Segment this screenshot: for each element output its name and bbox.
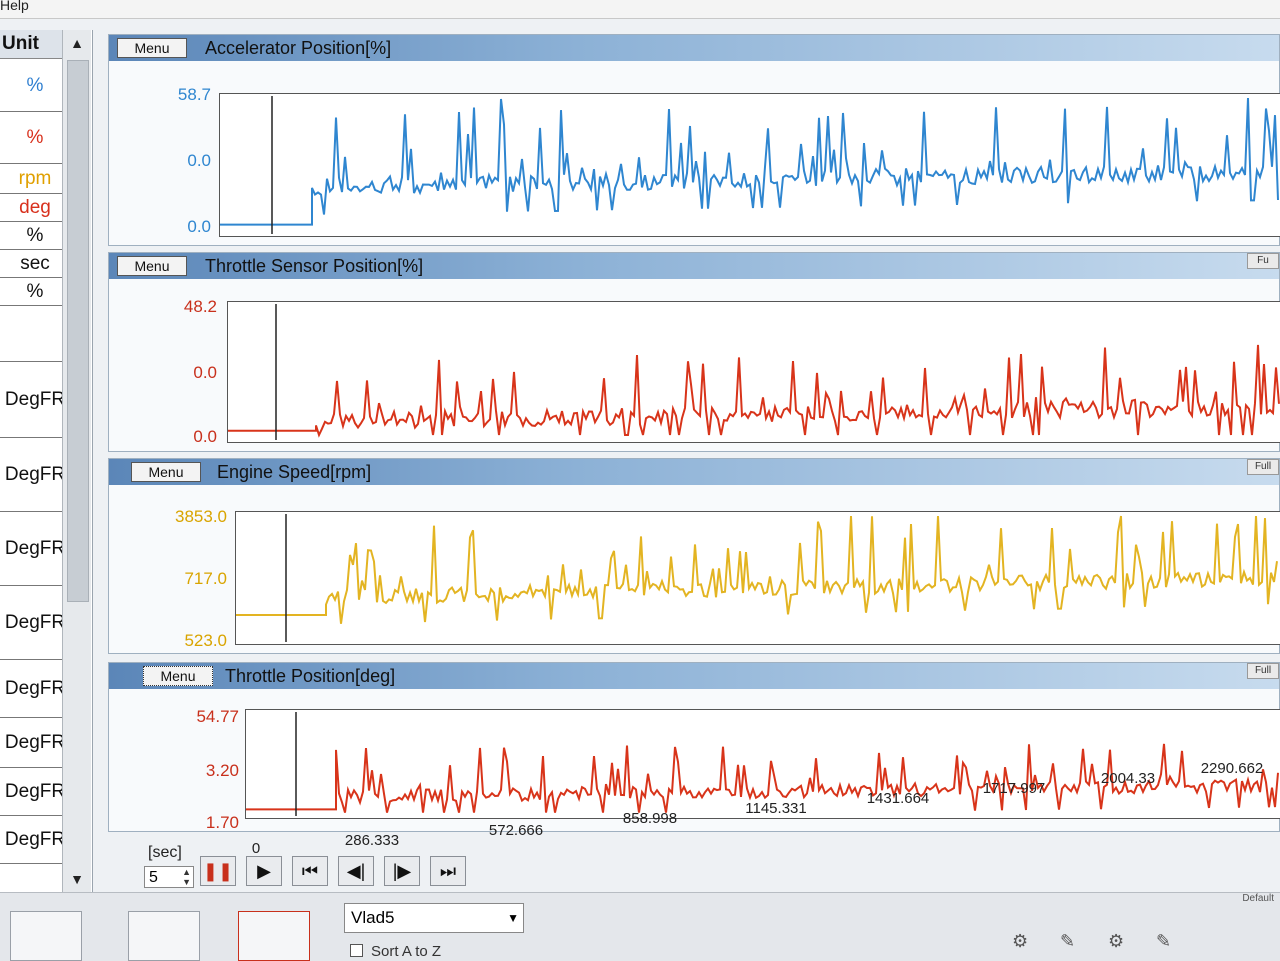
panel-title: Throttle Sensor Position[%]	[205, 256, 424, 276]
y-max-label: 48.2	[183, 297, 217, 316]
step-forward-icon[interactable]: |▶	[384, 856, 420, 886]
default-label: Default	[1242, 893, 1274, 904]
y-mid-label: 0.0	[187, 151, 211, 170]
swap-graph-icon[interactable]	[238, 911, 310, 961]
unit-list-scrollbar[interactable]: ▲ ▼	[62, 30, 91, 892]
tray-icon-1[interactable]: ⚙	[1012, 931, 1028, 952]
unit-cell: %	[0, 278, 70, 306]
y-min-label: 523.0	[184, 631, 227, 650]
y-mid-label: 717.0	[184, 569, 227, 588]
panel-accelerator-position: Menu Accelerator Position[%] 58.7 0.0 0.…	[108, 34, 1280, 246]
panel-menu-button[interactable]: Menu	[117, 256, 187, 276]
unit-cell: sec	[0, 250, 70, 278]
unit-cell: %	[0, 60, 70, 112]
panel-title: Accelerator Position[%]	[205, 38, 392, 58]
signal-trace	[220, 97, 1279, 226]
x-tick-label: 2290.662	[1200, 760, 1264, 777]
y-mid-label: 3.20	[205, 761, 239, 780]
x-tick-label: 572.666	[488, 822, 544, 839]
scroll-down-icon[interactable]: ▼	[63, 866, 91, 892]
report-icon[interactable]	[128, 911, 200, 961]
panel-throttle-position: Menu Throttle Position[deg] Full 54.77 3…	[108, 662, 1280, 832]
unit-cell: DegFR	[0, 362, 70, 438]
time-unit-label: [sec]	[148, 844, 182, 861]
unit-cell: DegFR	[0, 438, 70, 512]
pause-icon[interactable]: ❚❚	[200, 856, 236, 886]
spinner-icon[interactable]: ▲ ▼	[182, 867, 191, 887]
y-max-label: 3853.0	[175, 507, 227, 526]
sort-label: Sort A to Z	[371, 943, 442, 960]
plot-area[interactable]	[227, 301, 1280, 443]
panel-menu-button[interactable]: Menu	[117, 38, 187, 58]
y-max-label: 58.7	[177, 85, 211, 104]
tray-icon-3[interactable]: ⚙	[1108, 931, 1124, 952]
checkbox-icon[interactable]	[350, 944, 363, 957]
skip-to-start-icon[interactable]: ⏮	[292, 856, 328, 886]
full-button[interactable]: Full	[1247, 663, 1279, 679]
panel-header: Menu Throttle Sensor Position[%] Fu	[109, 253, 1279, 279]
scroll-up-icon[interactable]: ▲	[63, 30, 91, 56]
unit-cell: deg	[0, 194, 70, 222]
tray-icon-2[interactable]: ✎	[1060, 931, 1075, 952]
unit-cell: DegFR	[0, 718, 70, 768]
panel-engine-speed: Menu Engine Speed[rpm] Full 3853.0 717.0…	[108, 458, 1280, 654]
x-tick-label: 858.998	[622, 810, 678, 827]
x-tick-label: 1431.664	[866, 790, 930, 807]
unit-cell: DegFR	[0, 512, 70, 586]
skip-to-end-icon[interactable]: ⏭	[430, 856, 466, 886]
scroll-thumb[interactable]	[67, 60, 89, 602]
panel-header: Menu Engine Speed[rpm] Full	[109, 459, 1279, 485]
bottom-toolbar: Vlad5 ▼ Sort A to Z Default ⚙ ✎ ⚙ ✎	[0, 892, 1280, 961]
y-mid-label: 0.0	[193, 363, 217, 382]
y-min-label: 1.70	[205, 813, 239, 832]
y-min-label: 0.0	[193, 427, 217, 446]
signal-trace	[228, 344, 1280, 438]
playback-controls: [sec] 5 ▲ ▼ ❚❚ ▶ ⏮ ◀| |▶ ⏭	[136, 836, 496, 890]
panel-title: Throttle Position[deg]	[225, 666, 396, 686]
signal-chart-0	[220, 96, 1279, 234]
plot-area[interactable]	[235, 511, 1280, 645]
unit-cell: rpm	[0, 164, 70, 194]
signal-chart-1	[228, 304, 1280, 440]
play-icon[interactable]: ▶	[246, 856, 282, 886]
y-max-label: 54.77	[196, 707, 239, 726]
x-tick-label: 2004.33	[1100, 770, 1156, 787]
unit-cell: DegFR	[0, 660, 70, 718]
unit-cell	[0, 306, 70, 362]
unit-cell: %	[0, 112, 70, 164]
panel-throttle-sensor-position: Menu Throttle Sensor Position[%] Fu 48.2…	[108, 252, 1280, 452]
signal-trace	[236, 515, 1278, 624]
unit-cell: DegFR	[0, 586, 70, 660]
help-menu[interactable]: Help	[0, 0, 29, 12]
step-size-input[interactable]: 5 ▲ ▼	[144, 866, 194, 888]
unit-column-header: Unit	[0, 30, 62, 59]
unit-cell: DegFR	[0, 816, 70, 864]
tray-icon-4[interactable]: ✎	[1156, 931, 1171, 952]
full-button[interactable]: Fu	[1247, 253, 1279, 269]
panel-menu-button[interactable]: Menu	[143, 666, 213, 686]
step-back-icon[interactable]: ◀|	[338, 856, 374, 886]
panel-header: Menu Throttle Position[deg] Full	[109, 663, 1279, 689]
y-min-label: 0.0	[187, 217, 211, 236]
panel-menu-button[interactable]: Menu	[131, 462, 201, 482]
signal-chart-2	[236, 514, 1278, 642]
panel-title: Engine Speed[rpm]	[217, 462, 372, 482]
menu-bar: Help	[0, 0, 1280, 19]
list-view-icon[interactable]	[10, 911, 82, 961]
step-size-value: 5	[149, 869, 158, 886]
unit-cell: %	[0, 222, 70, 250]
profile-select[interactable]: Vlad5 ▼	[344, 903, 524, 933]
unit-list: Unit %% rpm deg% sec% DegFR DegFR DegFR DegFR De…	[0, 30, 93, 892]
x-tick-label: 1717.997	[982, 780, 1046, 797]
panel-header: Menu Accelerator Position[%]	[109, 35, 1279, 61]
profile-select-value: Vlad5	[351, 908, 395, 927]
plot-area[interactable]	[219, 93, 1280, 237]
x-tick-label: 1145.331	[745, 800, 807, 817]
sort-checkbox[interactable]: Sort A to Z	[350, 943, 441, 960]
chevron-down-icon: ▼	[507, 911, 519, 925]
full-button[interactable]: Full	[1247, 459, 1279, 475]
unit-cell: DegFR	[0, 768, 70, 816]
